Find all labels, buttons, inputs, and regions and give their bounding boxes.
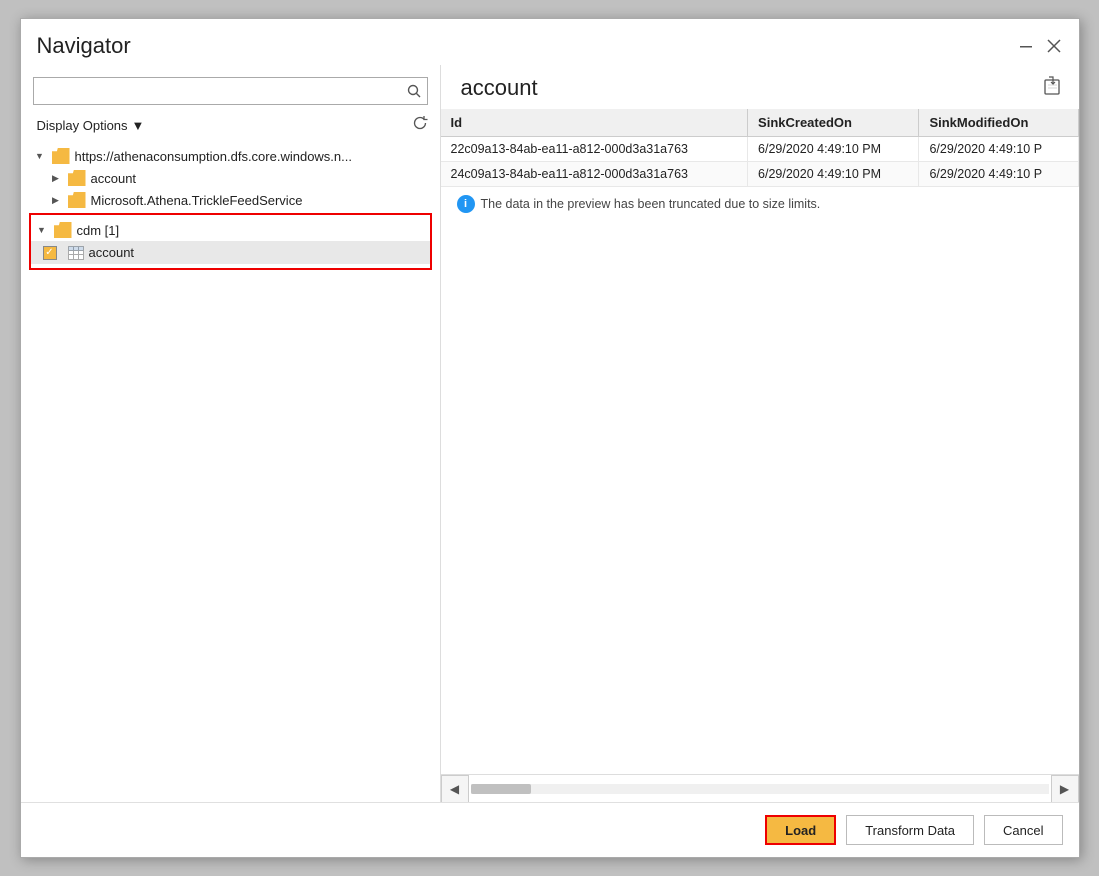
checkbox-checked-icon[interactable]: ✓ bbox=[43, 246, 57, 260]
folder-icon bbox=[54, 222, 72, 238]
table-row: 24c09a13-84ab-ea11-a812-000d3a31a763 6/2… bbox=[441, 162, 1079, 187]
info-icon: i bbox=[457, 195, 475, 213]
cdm-label: cdm [1] bbox=[77, 223, 120, 238]
right-header: account bbox=[441, 65, 1079, 109]
folder-icon bbox=[68, 192, 86, 208]
cdm-header[interactable]: ▼ cdm [1] bbox=[31, 219, 430, 241]
display-options-row: Display Options ▼ bbox=[21, 113, 440, 141]
cell-modified-1: 6/29/2020 4:49:10 P bbox=[919, 137, 1078, 162]
info-bar: i The data in the preview has been trunc… bbox=[441, 187, 1079, 221]
cdm-account-label: account bbox=[89, 245, 135, 260]
col-header-sinkmodifiedon: SinkModifiedOn bbox=[919, 109, 1078, 137]
display-options-button[interactable]: Display Options ▼ bbox=[33, 116, 149, 135]
right-panel-title: account bbox=[461, 75, 538, 101]
tree-area: ▼ https://athenaconsumption.dfs.core.win… bbox=[21, 141, 440, 802]
expand-arrow: ▶ bbox=[49, 171, 63, 185]
folder-icon bbox=[68, 170, 86, 186]
collapse-arrow: ▼ bbox=[35, 223, 49, 237]
scroll-right-button[interactable]: ▶ bbox=[1051, 775, 1079, 803]
chevron-down-icon: ▼ bbox=[132, 118, 145, 133]
sidebar-item-microsoft[interactable]: ▶ Microsoft.Athena.TrickleFeedService bbox=[21, 189, 440, 211]
expand-arrow: ▶ bbox=[49, 193, 63, 207]
cell-id-2: 24c09a13-84ab-ea11-a812-000d3a31a763 bbox=[441, 162, 748, 187]
title-bar: Navigator bbox=[21, 19, 1079, 65]
table-row: 22c09a13-84ab-ea11-a812-000d3a31a763 6/2… bbox=[441, 137, 1079, 162]
main-content: Display Options ▼ ▼ https://athenaconsum… bbox=[21, 65, 1079, 802]
data-table: Id SinkCreatedOn SinkModifiedOn 22c09a13… bbox=[441, 109, 1079, 187]
export-icon[interactable] bbox=[1043, 76, 1063, 101]
window-controls bbox=[1017, 37, 1063, 55]
root-url-label: https://athenaconsumption.dfs.core.windo… bbox=[75, 149, 353, 164]
microsoft-label: Microsoft.Athena.TrickleFeedService bbox=[91, 193, 303, 208]
dialog-title: Navigator bbox=[37, 33, 131, 59]
search-input[interactable] bbox=[33, 77, 428, 105]
sidebar-item-account[interactable]: ▶ account bbox=[21, 167, 440, 189]
cdm-container: ▼ cdm [1] ✓ bbox=[29, 213, 432, 270]
minimize-button[interactable] bbox=[1017, 37, 1035, 55]
footer: Load Transform Data Cancel bbox=[21, 802, 1079, 857]
navigator-dialog: Navigator bbox=[20, 18, 1080, 858]
cell-modified-2: 6/29/2020 4:49:10 P bbox=[919, 162, 1078, 187]
data-table-wrap: Id SinkCreatedOn SinkModifiedOn 22c09a13… bbox=[441, 109, 1079, 802]
display-options-label: Display Options bbox=[37, 118, 128, 133]
folder-icon bbox=[52, 148, 70, 164]
cell-created-1: 6/29/2020 4:49:10 PM bbox=[748, 137, 919, 162]
cell-created-2: 6/29/2020 4:49:10 PM bbox=[748, 162, 919, 187]
transform-data-button[interactable]: Transform Data bbox=[846, 815, 974, 845]
table-icon bbox=[68, 246, 84, 260]
col-header-id: Id bbox=[441, 109, 748, 137]
search-row bbox=[21, 73, 440, 113]
tree-root-item[interactable]: ▼ https://athenaconsumption.dfs.core.win… bbox=[21, 145, 440, 167]
close-button[interactable] bbox=[1045, 37, 1063, 55]
load-button[interactable]: Load bbox=[765, 815, 836, 845]
scroll-left-button[interactable]: ◀ bbox=[441, 775, 469, 803]
scroll-thumb[interactable] bbox=[471, 784, 531, 794]
cell-id-1: 22c09a13-84ab-ea11-a812-000d3a31a763 bbox=[441, 137, 748, 162]
right-panel: account Id SinkCreatedOn bbox=[441, 65, 1079, 802]
horizontal-scrollbar[interactable]: ◀ ▶ bbox=[441, 774, 1079, 802]
collapse-arrow: ▼ bbox=[33, 149, 47, 163]
selected-account-row[interactable]: ✓ account bbox=[31, 241, 430, 264]
spacer bbox=[441, 221, 1079, 774]
col-header-sinkcreatedon: SinkCreatedOn bbox=[748, 109, 919, 137]
refresh-icon[interactable] bbox=[412, 115, 428, 135]
left-panel: Display Options ▼ ▼ https://athenaconsum… bbox=[21, 65, 441, 802]
info-message: The data in the preview has been truncat… bbox=[481, 197, 821, 211]
account-label: account bbox=[91, 171, 137, 186]
scroll-track[interactable] bbox=[471, 784, 1049, 794]
cancel-button[interactable]: Cancel bbox=[984, 815, 1062, 845]
